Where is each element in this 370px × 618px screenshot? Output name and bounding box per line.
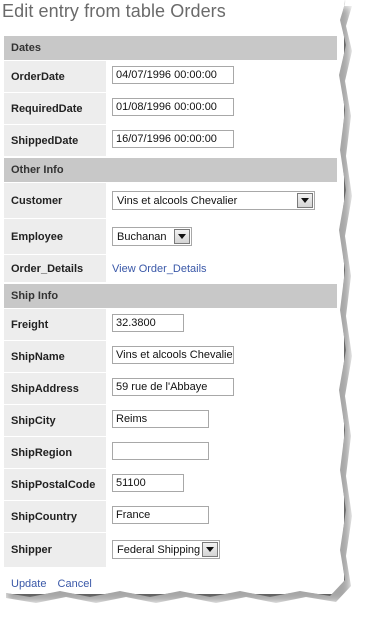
field-row-employee: Employee Buchanan bbox=[4, 219, 337, 254]
employee-select[interactable]: Buchanan bbox=[112, 227, 192, 246]
required-date-label: RequiredDate bbox=[4, 93, 106, 124]
field-row-ship-postal-code: ShipPostalCode 51100 bbox=[4, 469, 337, 500]
chevron-down-icon[interactable] bbox=[202, 542, 218, 557]
edit-form: Dates OrderDate 04/07/1996 00:00:00 Requ… bbox=[4, 34, 337, 590]
ship-region-input[interactable] bbox=[112, 442, 209, 460]
chevron-down-icon[interactable] bbox=[297, 193, 313, 208]
field-row-ship-country: ShipCountry France bbox=[4, 501, 337, 532]
customer-select[interactable]: Vins et alcools Chevalier bbox=[112, 191, 315, 210]
field-row-ship-address: ShipAddress 59 rue de l'Abbaye bbox=[4, 373, 337, 404]
field-row-shipped-date: ShippedDate 16/07/1996 00:00:00 bbox=[4, 125, 337, 156]
update-link[interactable]: Update bbox=[11, 578, 46, 590]
field-row-freight: Freight 32.3800 bbox=[4, 309, 337, 340]
freight-label: Freight bbox=[4, 309, 106, 340]
form-actions: Update Cancel bbox=[4, 567, 337, 590]
ship-name-input[interactable]: Vins et alcools Chevalier bbox=[112, 346, 234, 364]
shipped-date-input[interactable]: 16/07/1996 00:00:00 bbox=[112, 130, 234, 148]
ship-name-label: ShipName bbox=[4, 341, 106, 372]
section-header-other-info: Other Info bbox=[4, 158, 337, 182]
employee-label: Employee bbox=[4, 219, 106, 254]
order-date-label: OrderDate bbox=[4, 61, 106, 92]
field-row-ship-region: ShipRegion bbox=[4, 437, 337, 468]
ship-country-input[interactable]: France bbox=[112, 506, 209, 524]
shipper-select[interactable]: Federal Shipping bbox=[112, 540, 220, 559]
ship-address-label: ShipAddress bbox=[4, 373, 106, 404]
ship-city-label: ShipCity bbox=[4, 405, 106, 436]
employee-select-value: Buchanan bbox=[117, 230, 167, 243]
ship-city-input[interactable]: Reims bbox=[112, 410, 209, 428]
field-row-ship-city: ShipCity Reims bbox=[4, 405, 337, 436]
ship-country-label: ShipCountry bbox=[4, 501, 106, 532]
ship-address-input[interactable]: 59 rue de l'Abbaye bbox=[112, 378, 234, 396]
shipper-label: Shipper bbox=[4, 533, 106, 567]
section-header-dates: Dates bbox=[4, 36, 337, 60]
ship-region-label: ShipRegion bbox=[4, 437, 106, 468]
freight-input[interactable]: 32.3800 bbox=[112, 314, 184, 332]
page-title: Edit entry from table Orders bbox=[2, 1, 226, 21]
required-date-input[interactable]: 01/08/1996 00:00:00 bbox=[112, 98, 234, 116]
shipped-date-label: ShippedDate bbox=[4, 125, 106, 156]
cancel-link[interactable]: Cancel bbox=[58, 578, 92, 590]
shipper-select-value: Federal Shipping bbox=[117, 543, 201, 556]
ship-postal-code-label: ShipPostalCode bbox=[4, 469, 106, 500]
order-date-input[interactable]: 04/07/1996 00:00:00 bbox=[112, 66, 234, 84]
view-order-details-link[interactable]: View Order_Details bbox=[112, 263, 207, 275]
field-row-required-date: RequiredDate 01/08/1996 00:00:00 bbox=[4, 93, 337, 124]
customer-label: Customer bbox=[4, 183, 106, 218]
field-row-order-date: OrderDate 04/07/1996 00:00:00 bbox=[4, 61, 337, 92]
section-header-ship-info: Ship Info bbox=[4, 284, 337, 308]
field-row-ship-name: ShipName Vins et alcools Chevalier bbox=[4, 341, 337, 372]
page: Edit entry from table Orders Dates Order… bbox=[0, 0, 344, 594]
ship-postal-code-input[interactable]: 51100 bbox=[112, 474, 184, 492]
field-row-order-details: Order_Details View Order_Details bbox=[4, 255, 337, 282]
customer-select-value: Vins et alcools Chevalier bbox=[117, 194, 238, 207]
order-details-label: Order_Details bbox=[4, 255, 106, 282]
field-row-customer: Customer Vins et alcools Chevalier bbox=[4, 183, 337, 218]
field-row-shipper: Shipper Federal Shipping bbox=[4, 533, 337, 567]
chevron-down-icon[interactable] bbox=[174, 229, 190, 244]
